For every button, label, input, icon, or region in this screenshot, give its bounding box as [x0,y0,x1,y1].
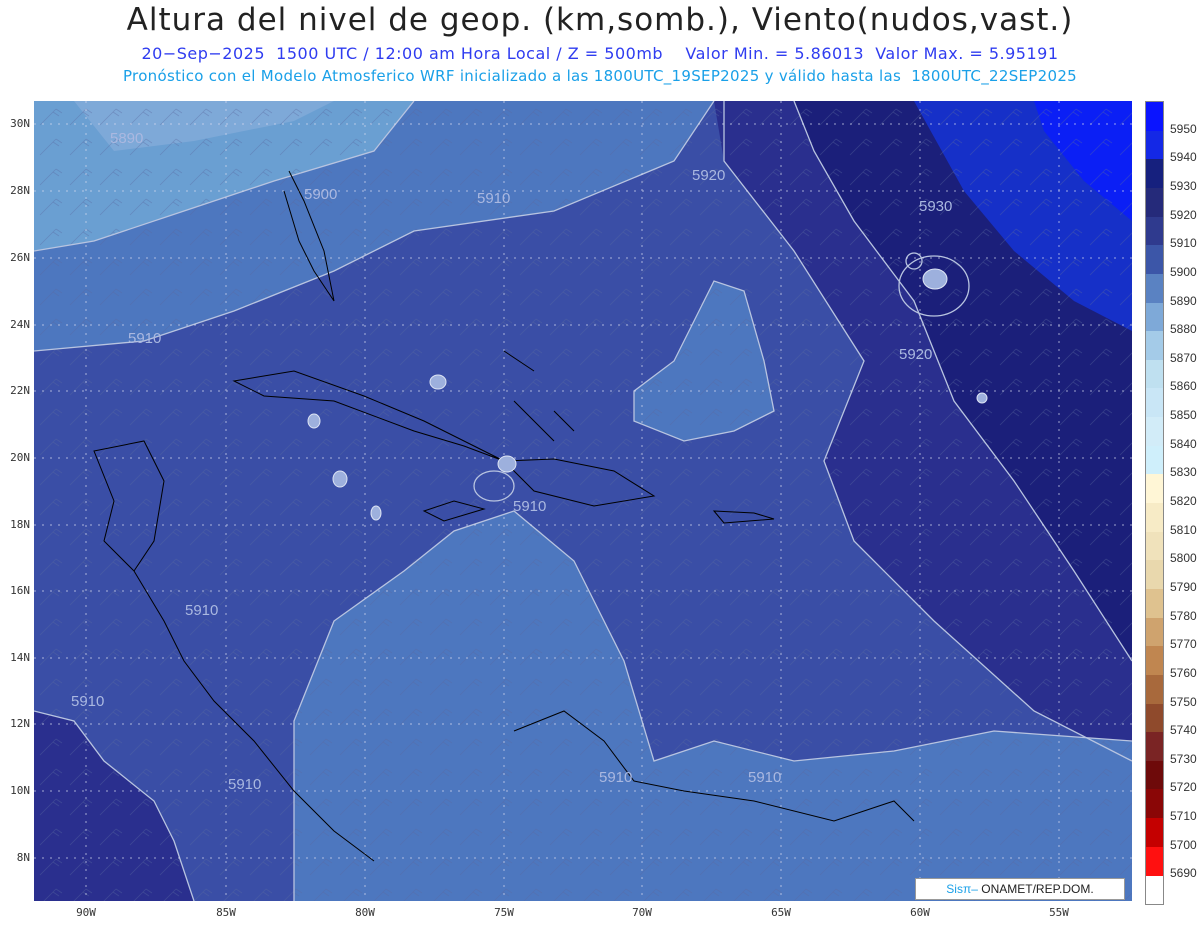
lat-label: 22N [10,384,30,397]
colorbar-label: 5950 [1170,121,1197,136]
contour-label: 5910 [71,693,104,710]
lat-label: 24N [10,318,30,331]
contour-label: 5890 [110,130,143,147]
colorbar-label: 5860 [1170,379,1197,394]
colorbar-segment [1146,818,1163,848]
colorbar-segment [1146,617,1163,648]
colorbar-segment [1146,789,1163,820]
contour-label: 5910 [599,769,632,786]
colorbar-label: 5900 [1170,264,1197,279]
forecast-subtitle: 20−Sep−2025 1500 UTC / 12:00 am Hora Loc… [141,44,1059,63]
lat-label: 20N [10,451,30,464]
colorbar-label: 5880 [1170,322,1197,337]
wind-barbs [34,101,1132,901]
colorbar-label: 5920 [1170,207,1197,222]
lon-label: 80W [355,906,375,919]
colorbar-label: 5750 [1170,694,1197,709]
colorbar-label: 5710 [1170,809,1197,824]
colorbar-segment [1146,503,1163,533]
colorbar-segment [1146,359,1163,390]
colorbar-label: 5890 [1170,293,1197,308]
lon-label: 90W [76,906,96,919]
colorbar-label: 5850 [1170,408,1197,423]
contour-label: 5920 [692,167,725,184]
colorbar-segment [1146,674,1163,705]
colorbar [1145,101,1164,905]
contour-label: 5910 [185,602,218,619]
lat-label: 12N [10,717,30,730]
credit-box: Sisπ‒ ONAMET/REP.DOM. [915,878,1125,900]
colorbar-label: 5800 [1170,551,1197,566]
model-subtitle: Pronóstico con el Modelo Atmosferico WRF… [122,67,1078,85]
colorbar-segment [1146,245,1163,275]
colorbar-segment [1146,273,1163,304]
contour-label: 5910 [228,776,261,793]
contour-label: 5910 [748,769,781,786]
colorbar-label: 5930 [1170,178,1197,193]
lat-label: 10N [10,784,30,797]
colorbar-segment [1146,102,1163,132]
lon-label: 65W [771,906,791,919]
colorbar-segment [1146,760,1163,791]
colorbar-label: 5700 [1170,837,1197,852]
geopotential-map: 5890 5900 5910 5920 5930 5910 5920 5910 … [34,101,1132,901]
colorbar-segment [1146,732,1163,762]
colorbar-label: 5830 [1170,465,1197,480]
colorbar-segment [1146,417,1163,447]
contour-label: 5920 [899,346,932,363]
lat-label: 18N [10,518,30,531]
credit-brand: Sisπ‒ [946,882,978,896]
colorbar-label: 5790 [1170,579,1197,594]
colorbar-label: 5940 [1170,150,1197,165]
lat-label: 26N [10,251,30,264]
colorbar-label: 5810 [1170,522,1197,537]
colorbar-segment [1146,388,1163,419]
colorbar-segment [1146,703,1163,734]
colorbar-label: 5690 [1170,866,1197,881]
lon-label: 70W [632,906,652,919]
colorbar-label: 5910 [1170,236,1197,251]
colorbar-segment [1146,159,1163,189]
colorbar-label: 5760 [1170,665,1197,680]
lon-label: 55W [1049,906,1069,919]
colorbar-label: 5720 [1170,780,1197,795]
colorbar-segment [1146,531,1163,562]
contour-label: 5900 [304,186,337,203]
colorbar-label: 5840 [1170,436,1197,451]
contour-label: 5910 [477,190,510,207]
colorbar-label: 5780 [1170,608,1197,623]
colorbar-segment [1146,560,1163,590]
colorbar-segment [1146,445,1163,476]
colorbar-label: 5820 [1170,494,1197,508]
colorbar-segment [1146,187,1163,218]
lon-label: 60W [910,906,930,919]
lat-label: 16N [10,584,30,597]
lat-label: 14N [10,651,30,664]
colorbar-label: 5730 [1170,751,1197,766]
colorbar-label: 5870 [1170,350,1197,365]
colorbar-segment [1146,216,1163,247]
colorbar-segment [1146,474,1163,504]
lon-label: 85W [216,906,236,919]
lat-label: 8N [16,851,30,864]
lat-label: 28N [10,184,30,197]
colorbar-label: 5740 [1170,723,1197,738]
map-title: Altura del nivel de geop. (km,somb.), Vi… [126,2,1074,38]
colorbar-segment [1146,646,1163,676]
colorbar-segment [1146,846,1163,877]
colorbar-segment [1146,130,1163,161]
credit-org: ONAMET/REP.DOM. [977,882,1094,896]
contour-label: 5910 [513,498,546,515]
contour-label: 5930 [919,198,952,215]
colorbar-segment [1146,588,1163,619]
lat-label: 30N [10,117,30,130]
colorbar-label: 5770 [1170,637,1197,652]
lon-label: 75W [494,906,514,919]
colorbar-segment [1146,302,1163,333]
contour-label: 5910 [128,330,161,347]
colorbar-segment [1146,331,1163,361]
